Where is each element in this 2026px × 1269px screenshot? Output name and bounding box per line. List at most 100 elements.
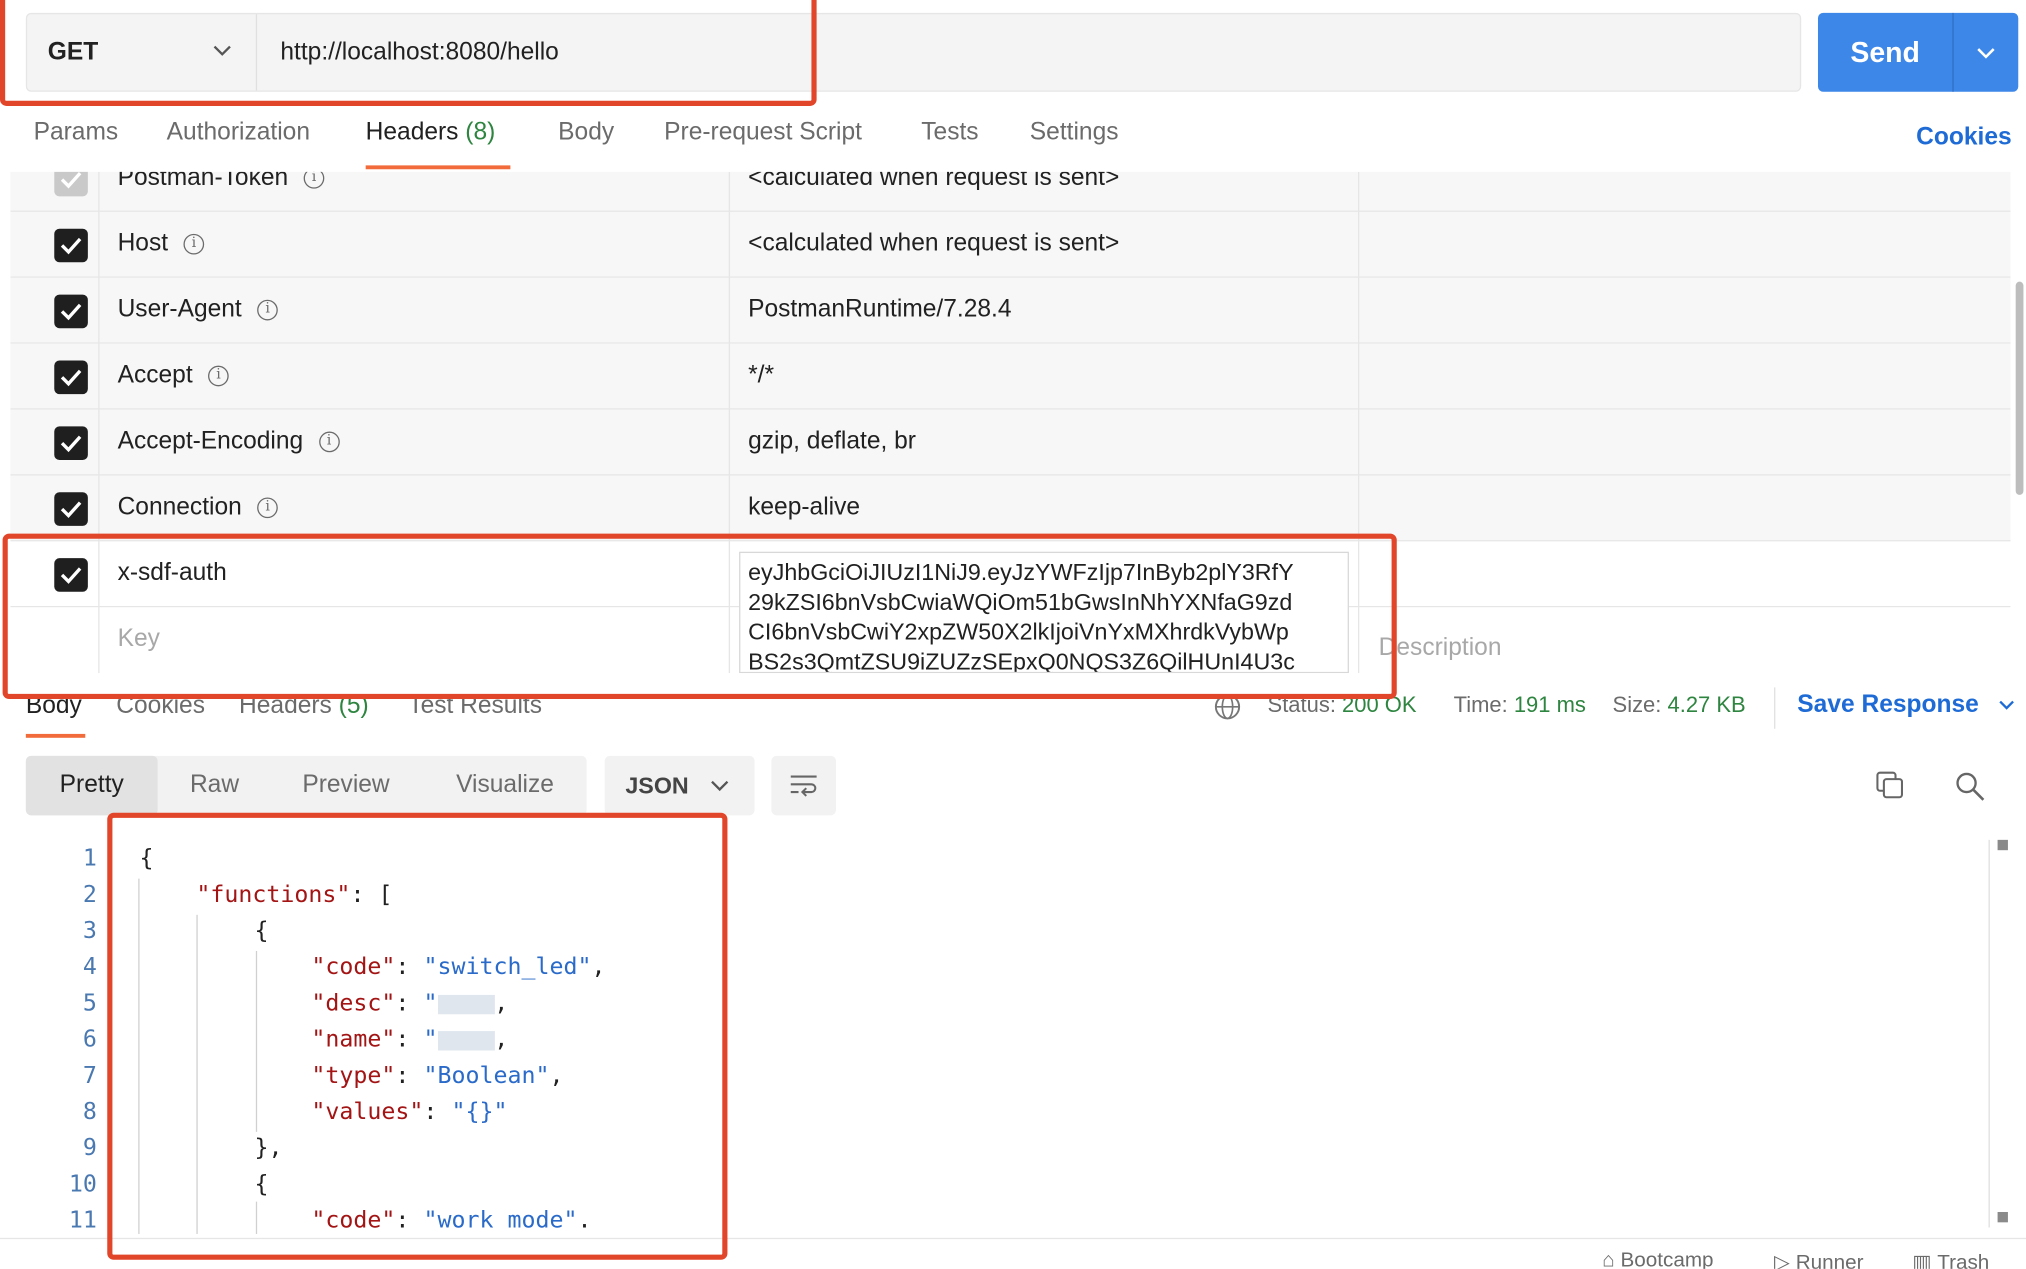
scroll-up-arrow[interactable] <box>1997 839 2008 851</box>
header-key-label: User-Agent <box>117 295 242 324</box>
tab-params[interactable]: Params <box>34 119 119 147</box>
cookies-link[interactable]: Cookies <box>1916 124 2012 152</box>
header-checkbox[interactable] <box>54 294 88 329</box>
tab-settings[interactable]: Settings <box>1030 119 1119 147</box>
header-value[interactable]: <calculated when request is sent> <box>748 172 1119 211</box>
check-icon <box>60 303 82 321</box>
status-label: Status: <box>1267 692 1336 718</box>
table-row: Connection keep-alive <box>10 475 2011 542</box>
status-info[interactable]: Status: 200 OK <box>1268 693 1417 719</box>
save-response-button[interactable]: Save Response <box>1797 691 2016 719</box>
trash-label: Trash <box>1937 1252 1990 1269</box>
header-value[interactable]: PostmanRuntime/7.28.4 <box>748 278 1011 343</box>
tab-response-cookies[interactable]: Cookies <box>116 693 205 721</box>
code-line: "code": "work mode". <box>311 1206 592 1234</box>
headers-table: Postman-Token <calculated when request i… <box>10 171 2011 674</box>
jwt-value-input[interactable]: eyJhbGciOiJIUzI1NiJ9.eyJzYWFzIjp7InByb2p… <box>739 551 1349 674</box>
copy-icon[interactable] <box>1874 769 1908 803</box>
runner-button[interactable]: ▷ Runner <box>1774 1249 1863 1269</box>
line-number: 6 <box>82 1025 97 1054</box>
view-pretty[interactable]: Pretty <box>25 755 158 816</box>
trash-button[interactable]: ▥ Trash <box>1912 1249 1990 1269</box>
response-headers-count: (5) <box>338 692 369 720</box>
header-key: Host <box>118 212 205 277</box>
tab-response-headers-label: Headers <box>239 692 332 720</box>
bootcamp-label: Bootcamp <box>1620 1249 1714 1269</box>
time-info[interactable]: Time: 191 ms <box>1454 693 1586 719</box>
json-key: "type" <box>311 1062 396 1090</box>
bootcamp-button[interactable]: ⌂ Bootcamp <box>1602 1249 1713 1268</box>
json-string: "switch_led" <box>423 953 592 981</box>
indent-guide <box>255 950 258 1132</box>
header-checkbox[interactable] <box>54 228 88 263</box>
graduation-cap-icon: ⌂ <box>1602 1249 1615 1269</box>
tab-response-body[interactable]: Body <box>26 693 82 721</box>
url-bar: GET http://localhost:8080/hello <box>25 12 1802 92</box>
status-value: 200 OK <box>1342 692 1417 718</box>
format-label: JSON <box>625 772 689 798</box>
description-input[interactable]: Description <box>1379 634 1502 662</box>
scroll-down-arrow[interactable] <box>1997 1211 2008 1223</box>
header-key: Postman-Token <box>118 171 325 211</box>
tab-authorization[interactable]: Authorization <box>167 119 310 147</box>
view-preview[interactable]: Preview <box>302 756 389 815</box>
check-icon <box>60 435 82 453</box>
jwt-line: BS2s3QmtZSU9iZUZzSEpxQ0NQS3Z6QilHUnI4U3c <box>748 648 1295 674</box>
view-visualize[interactable]: Visualize <box>456 756 554 815</box>
header-key: User-Agent <box>118 278 278 343</box>
code-line: }, <box>254 1134 283 1162</box>
table-row: Accept */* <box>10 343 2011 410</box>
header-key-label: Accept-Encoding <box>117 427 304 455</box>
table-row: User-Agent PostmanRuntime/7.28.4 <box>10 277 2011 344</box>
format-select[interactable]: JSON <box>604 755 755 816</box>
header-checkbox[interactable] <box>54 360 88 395</box>
new-key-input[interactable]: Key <box>118 607 160 672</box>
header-key[interactable]: x-sdf-auth <box>118 541 227 606</box>
method-label: GET <box>47 38 99 66</box>
active-tab-indicator <box>365 165 511 170</box>
tab-body[interactable]: Body <box>558 119 614 147</box>
send-button[interactable]: Send <box>1817 12 2019 92</box>
chevron-down-icon <box>213 45 231 56</box>
code-line: "functions": [ <box>196 881 393 909</box>
response-code-view[interactable]: 1 2 3 4 5 6 7 8 9 10 11 { "functions": [… <box>0 840 1990 1234</box>
trash-icon: ▥ <box>1912 1252 1932 1269</box>
method-select[interactable]: GET <box>27 14 258 91</box>
header-checkbox[interactable] <box>54 426 88 460</box>
indent-guide <box>255 1201 258 1234</box>
json-bracket: [ <box>378 881 393 909</box>
check-icon <box>60 237 82 255</box>
size-info[interactable]: Size: 4.27 KB <box>1613 693 1746 719</box>
line-number: 11 <box>68 1206 97 1234</box>
header-value[interactable]: <calculated when request is sent> <box>748 212 1119 277</box>
tab-headers[interactable]: Headers (8) <box>366 119 496 147</box>
search-icon[interactable] <box>1954 770 1988 804</box>
check-icon <box>60 567 82 584</box>
json-string: "work mode" <box>423 1206 578 1234</box>
info-icon <box>303 171 325 189</box>
tab-test-results[interactable]: Test Results <box>408 693 542 721</box>
header-value[interactable]: keep-alive <box>748 475 860 540</box>
check-icon <box>60 369 82 387</box>
header-value[interactable]: gzip, deflate, br <box>748 410 916 475</box>
status-bar: ⌂ Bootcamp ▷ Runner ▥ Trash <box>0 1237 2026 1269</box>
scrollbar[interactable] <box>2015 281 2024 495</box>
url-input[interactable]: http://localhost:8080/hello <box>280 14 558 90</box>
header-checkbox[interactable] <box>54 171 88 197</box>
view-raw[interactable]: Raw <box>190 756 239 815</box>
globe-icon[interactable] <box>1213 693 1241 721</box>
json-key: "functions" <box>196 881 351 909</box>
json-key: "name" <box>311 1025 396 1054</box>
tab-pre-request-script[interactable]: Pre-request Script <box>664 119 862 147</box>
column-divider <box>98 171 100 674</box>
chevron-down-icon <box>1977 47 1995 59</box>
wrap-lines-button[interactable] <box>771 755 836 816</box>
line-number: 3 <box>82 917 97 945</box>
send-dropdown[interactable] <box>1954 13 2019 92</box>
tab-tests[interactable]: Tests <box>921 119 978 147</box>
json-key: "desc" <box>311 989 396 1017</box>
header-checkbox[interactable] <box>54 492 88 526</box>
header-checkbox[interactable] <box>54 558 88 592</box>
header-value[interactable]: */* <box>748 344 774 409</box>
tab-response-headers[interactable]: Headers (5) <box>239 693 369 721</box>
